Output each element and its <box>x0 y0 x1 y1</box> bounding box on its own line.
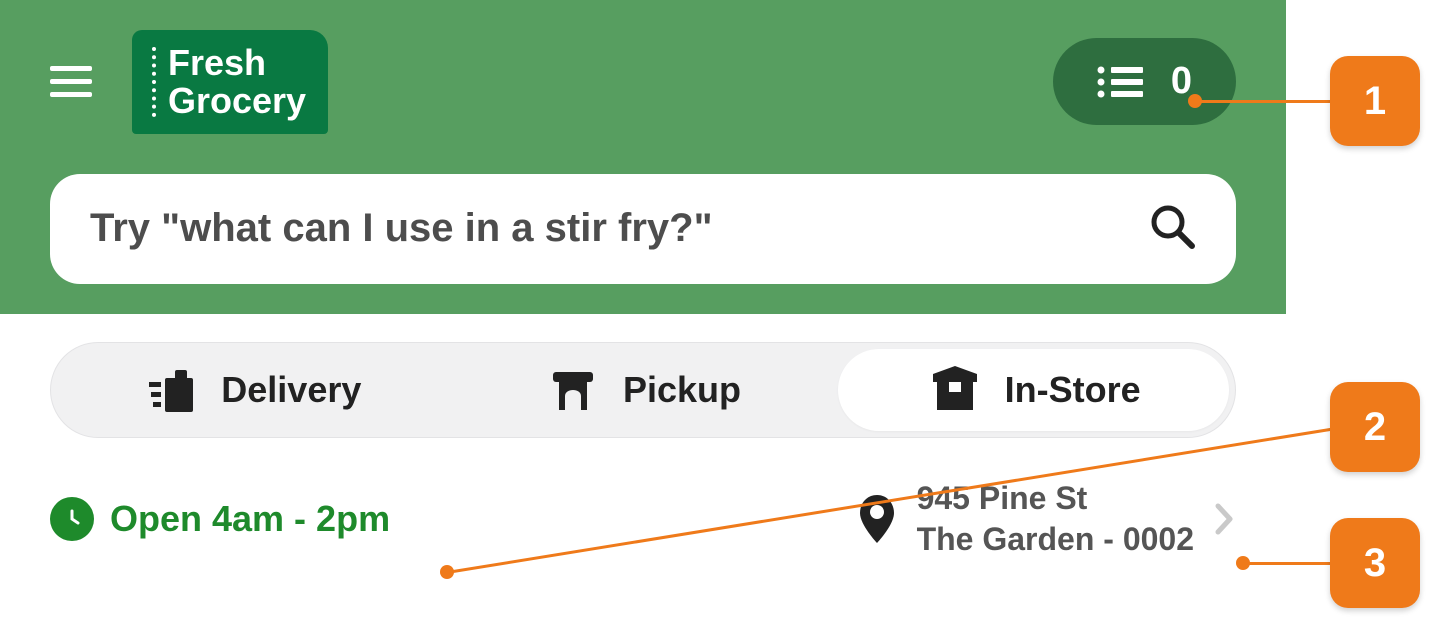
callout-3-label: 3 <box>1364 541 1386 586</box>
mode-instore-label: In-Store <box>1005 369 1141 411</box>
callout-3-line <box>1243 562 1338 565</box>
store-location[interactable]: 945 Pine St The Garden - 0002 <box>857 478 1236 561</box>
callout-2-label: 2 <box>1364 405 1386 450</box>
app-header: Fresh Grocery 0 <box>0 0 1286 314</box>
callout-2: 2 <box>1330 382 1420 472</box>
hamburger-line <box>50 79 92 84</box>
pickup-icon <box>545 362 601 418</box>
search-input[interactable] <box>90 206 1148 251</box>
fulfillment-bar-wrap: Delivery Pickup In-Store <box>0 314 1286 438</box>
list-icon <box>1097 64 1143 100</box>
fulfillment-bar: Delivery Pickup In-Store <box>50 342 1236 438</box>
menu-button[interactable] <box>50 66 92 97</box>
search-icon <box>1148 202 1196 250</box>
hamburger-line <box>50 92 92 97</box>
chevron-right-icon <box>1214 502 1236 536</box>
store-hours-label: Open 4am - 2pm <box>110 498 390 540</box>
clock-icon <box>50 497 94 541</box>
store-address-line1: 945 Pine St <box>917 478 1194 520</box>
header-left-group: Fresh Grocery <box>50 30 328 134</box>
brand-logo[interactable]: Fresh Grocery <box>132 30 328 134</box>
logo-text: Fresh Grocery <box>168 44 306 120</box>
callout-1-label: 1 <box>1364 79 1386 124</box>
callout-1-line <box>1195 100 1335 103</box>
logo-line1: Fresh <box>168 44 306 82</box>
hamburger-line <box>50 66 92 71</box>
store-hours: Open 4am - 2pm <box>50 497 390 541</box>
logo-line2: Grocery <box>168 82 306 120</box>
mode-delivery[interactable]: Delivery <box>57 349 448 431</box>
store-address-line2: The Garden - 0002 <box>917 519 1194 561</box>
mode-delivery-label: Delivery <box>221 369 361 411</box>
search-bar[interactable] <box>50 174 1236 284</box>
list-button[interactable]: 0 <box>1053 38 1236 125</box>
store-icon <box>927 362 983 418</box>
delivery-icon <box>143 362 199 418</box>
callout-3: 3 <box>1330 518 1420 608</box>
logo-accent-dots <box>150 47 156 117</box>
header-top-row: Fresh Grocery 0 <box>50 30 1236 134</box>
search-button[interactable] <box>1148 202 1196 255</box>
store-info-row: Open 4am - 2pm 945 Pine St The Garden - … <box>0 438 1286 561</box>
callout-1: 1 <box>1330 56 1420 146</box>
mode-instore[interactable]: In-Store <box>838 349 1229 431</box>
mode-pickup[interactable]: Pickup <box>448 349 839 431</box>
mode-pickup-label: Pickup <box>623 369 741 411</box>
